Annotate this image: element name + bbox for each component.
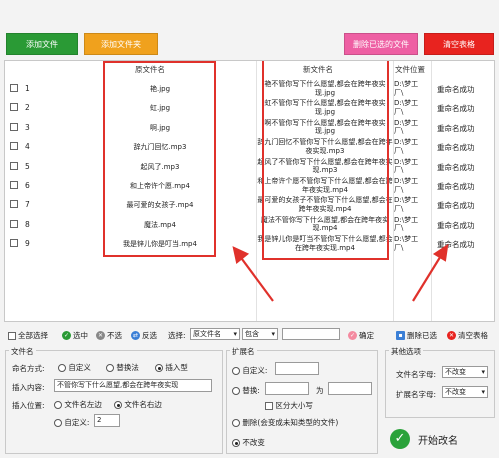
ext-custom-option[interactable]: 自定义: [232, 365, 267, 376]
confirm-label: 确定 [359, 331, 374, 340]
option-label: 替换法 [116, 363, 139, 372]
radio-selected[interactable] [114, 401, 122, 409]
delete-icon: ▪ [396, 331, 405, 340]
select-all-control[interactable]: 全部选择 [8, 330, 48, 341]
pos-custom-option[interactable]: 自定义: [54, 417, 89, 428]
ext-case-dropdown[interactable]: 不改变 ▾ [442, 386, 488, 398]
arrow-left-head [232, 246, 250, 264]
ext-custom-input[interactable] [275, 362, 319, 375]
chevron-down-icon: ▾ [233, 330, 237, 338]
insert-content-input[interactable]: 不管你写下什么愿望,都会在跨年夜实现 [54, 379, 212, 392]
select-field-dropdown[interactable]: 原文件名 ▾ [190, 328, 240, 340]
file-table: 原文件名 新文件名 文件位置 1 艳.jpg 艳不管你写下什么愿望,都会在跨年夜实现… [4, 60, 495, 322]
confirm-icon: ✓ [348, 331, 357, 340]
naming-replace-option[interactable]: 替换法 [106, 362, 139, 373]
radio-selected[interactable] [232, 439, 240, 447]
delete-selected-label: 删除已选 [407, 331, 437, 340]
select-field-value: 原文件名 [193, 330, 221, 338]
arrow-right-head [432, 243, 449, 262]
filename-panel-title: 文件名 [9, 346, 36, 357]
match-mode-value: 包含 [245, 330, 259, 338]
invert-button[interactable]: ⇄ 反选 [131, 330, 157, 341]
radio[interactable] [232, 387, 240, 395]
delete-selected-files-button[interactable]: 删除已选的文件 [344, 33, 418, 55]
check-icon: ✓ [62, 331, 71, 340]
start-rename-label: 开始改名 [418, 435, 458, 447]
option-label: 自定义 [68, 363, 91, 372]
radio[interactable] [106, 364, 114, 372]
match-mode-dropdown[interactable]: 包含 ▾ [242, 328, 278, 340]
select-button[interactable]: ✓ 选中 [62, 330, 88, 341]
insert-position-label: 插入位置: [12, 401, 45, 410]
insert-content-label: 插入内容: [12, 383, 45, 392]
case-sensitive-label: 区分大小写 [275, 401, 313, 410]
naming-custom-option[interactable]: 自定义 [58, 362, 91, 373]
check-circle-icon: ✓ [390, 429, 410, 449]
invert-label: 反选 [142, 331, 157, 340]
option-label: 替换: [242, 386, 260, 395]
radio[interactable] [54, 419, 62, 427]
radio-selected[interactable] [155, 364, 163, 372]
ext-replace-option[interactable]: 替换: [232, 385, 260, 396]
option-label: 自定义: [242, 366, 268, 375]
ext-replace-from-input[interactable] [265, 382, 309, 395]
arrow-right-line [412, 253, 443, 302]
deselect-button[interactable]: ✕ 不选 [96, 330, 122, 341]
chevron-down-icon: ▾ [481, 388, 485, 396]
clear-icon: ✕ [447, 331, 456, 340]
filename-case-label: 文件名字母: [396, 370, 437, 379]
confirm-button[interactable]: ✓ 确定 [348, 330, 374, 341]
filename-case-value: 不改变 [445, 368, 466, 376]
clear-table-small-button[interactable]: ✕ 清空表格 [447, 330, 488, 341]
ext-delete-option[interactable]: 删除(会变成未知类型的文件) [232, 417, 338, 428]
other-options-title: 其他选项 [389, 346, 423, 357]
select-by-label: 选择: [168, 331, 186, 340]
add-folder-button[interactable]: 添加文件夹 [84, 33, 158, 55]
radio[interactable] [232, 367, 240, 375]
option-label: 自定义: [64, 418, 90, 427]
filename-case-dropdown[interactable]: 不改变 ▾ [442, 366, 488, 378]
swap-icon: ⇄ [131, 331, 140, 340]
option-label: 文件名右边 [124, 400, 162, 409]
naming-insert-option[interactable]: 插入型 [155, 362, 188, 373]
clear-table-button[interactable]: 清空表格 [424, 33, 494, 55]
select-all-checkbox[interactable] [8, 331, 16, 340]
cross-icon: ✕ [96, 331, 105, 340]
start-rename-button[interactable]: ✓ 开始改名 [386, 425, 494, 453]
radio[interactable] [54, 401, 62, 409]
option-label: 不改变 [242, 438, 265, 447]
arrow-left-line [238, 254, 274, 302]
radio[interactable] [232, 419, 240, 427]
ext-replace-to-label: 为 [316, 386, 324, 395]
pos-custom-input[interactable]: 2 [94, 414, 120, 427]
option-label: 插入型 [165, 363, 188, 372]
delete-selected-button[interactable]: ▪ 删除已选 [396, 330, 437, 341]
other-options-panel [385, 350, 495, 418]
select-label: 选中 [73, 331, 88, 340]
option-label: 删除(会变成未知类型的文件) [242, 418, 339, 427]
pos-right-option[interactable]: 文件名右边 [114, 399, 162, 410]
annotation-arrows [232, 243, 449, 302]
chevron-down-icon: ▾ [481, 368, 485, 376]
ext-replace-to-input[interactable] [328, 382, 372, 395]
option-label: 文件名左边 [64, 400, 102, 409]
ext-nochange-option[interactable]: 不改变 [232, 437, 265, 448]
extension-panel-title: 扩展名 [230, 346, 257, 357]
add-file-button[interactable]: 添加文件 [6, 33, 78, 55]
radio[interactable] [58, 364, 66, 372]
ext-case-label: 扩展名字母: [396, 390, 437, 399]
match-text-input[interactable] [282, 328, 340, 340]
select-all-label: 全部选择 [18, 331, 48, 340]
naming-mode-label: 命名方式: [12, 364, 45, 373]
clear-table-label: 清空表格 [458, 331, 488, 340]
deselect-label: 不选 [107, 331, 122, 340]
case-sensitive-control[interactable]: 区分大小写 [265, 400, 313, 411]
ext-case-value: 不改变 [445, 388, 466, 396]
chevron-down-icon: ▾ [271, 330, 275, 338]
case-sensitive-checkbox[interactable] [265, 402, 273, 410]
pos-left-option[interactable]: 文件名左边 [54, 399, 102, 410]
